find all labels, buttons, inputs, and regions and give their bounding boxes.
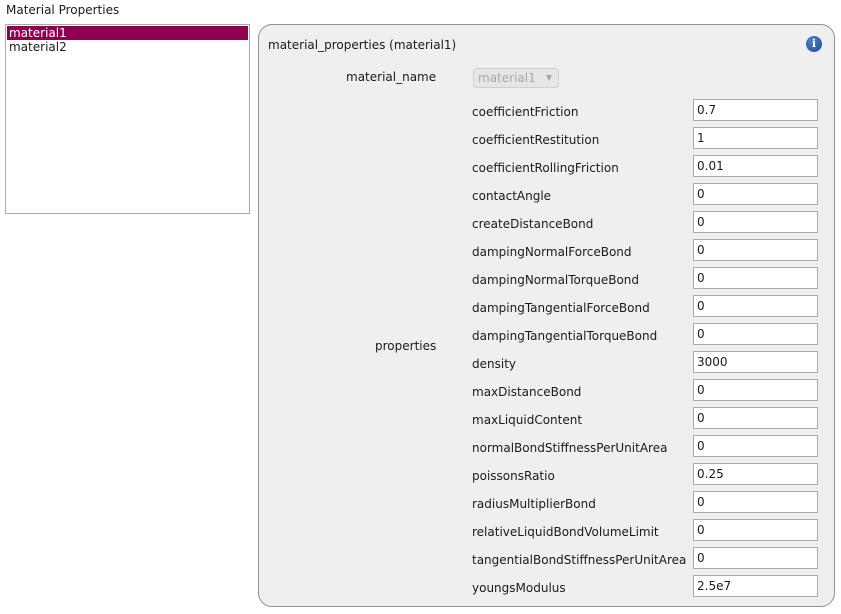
- material-list[interactable]: material1 material2: [5, 24, 250, 214]
- property-row: dampingTangentialTorqueBond: [259, 322, 836, 350]
- property-label: normalBondStiffnessPerUnitArea: [472, 441, 668, 455]
- property-value-field[interactable]: [693, 463, 818, 485]
- property-value-field[interactable]: [693, 127, 818, 149]
- info-icon[interactable]: i: [806, 36, 822, 52]
- property-value-field[interactable]: [693, 323, 818, 345]
- property-label: youngsModulus: [472, 581, 566, 595]
- property-label: density: [472, 357, 516, 371]
- property-label: relativeLiquidBondVolumeLimit: [472, 525, 659, 539]
- property-value-field[interactable]: [693, 239, 818, 261]
- property-value-field[interactable]: [693, 379, 818, 401]
- property-row: contactAngle: [259, 182, 836, 210]
- property-label: maxLiquidContent: [472, 413, 583, 427]
- property-value-field[interactable]: [693, 519, 818, 541]
- property-row: poissonsRatio: [259, 462, 836, 490]
- property-label: coefficientFriction: [472, 105, 579, 119]
- property-row: maxDistanceBond: [259, 378, 836, 406]
- property-label: dampingTangentialForceBond: [472, 301, 650, 315]
- list-item-material1[interactable]: material1: [7, 26, 248, 40]
- property-row: dampingNormalTorqueBond: [259, 266, 836, 294]
- panel-title: material_properties (material1): [268, 38, 457, 52]
- property-row: radiusMultiplierBond: [259, 490, 836, 518]
- property-label: maxDistanceBond: [472, 385, 582, 399]
- material-name-label: material_name: [346, 70, 437, 84]
- property-label: poissonsRatio: [472, 469, 555, 483]
- property-label: radiusMultiplierBond: [472, 497, 596, 511]
- property-value-field[interactable]: [693, 547, 818, 569]
- property-value-field[interactable]: [693, 491, 818, 513]
- property-label: contactAngle: [472, 189, 552, 203]
- material-name-value: material1: [478, 71, 536, 85]
- property-label: createDistanceBond: [472, 217, 594, 231]
- property-row: density: [259, 350, 836, 378]
- property-value-field[interactable]: [693, 575, 818, 597]
- property-row: maxLiquidContent: [259, 406, 836, 434]
- property-row: dampingNormalForceBond: [259, 238, 836, 266]
- property-row: tangentialBondStiffnessPerUnitArea: [259, 546, 836, 574]
- section-title: Material Properties: [6, 3, 120, 17]
- property-value-field[interactable]: [693, 183, 818, 205]
- property-row: dampingTangentialForceBond: [259, 294, 836, 322]
- property-value-field[interactable]: [693, 267, 818, 289]
- property-row: coefficientFriction: [259, 98, 836, 126]
- property-value-field[interactable]: [693, 99, 818, 121]
- property-value-field[interactable]: [693, 435, 818, 457]
- property-row: youngsModulus: [259, 574, 836, 602]
- property-value-field[interactable]: [693, 155, 818, 177]
- property-value-field[interactable]: [693, 211, 818, 233]
- property-label: coefficientRollingFriction: [472, 161, 619, 175]
- material-name-dropdown[interactable]: material1 ▼: [473, 68, 559, 88]
- property-label: tangentialBondStiffnessPerUnitArea: [472, 553, 687, 567]
- property-label: dampingNormalForceBond: [472, 245, 632, 259]
- material-properties-panel: material_properties (material1) i materi…: [258, 24, 835, 607]
- property-value-field[interactable]: [693, 351, 818, 373]
- property-row: createDistanceBond: [259, 210, 836, 238]
- property-row: relativeLiquidBondVolumeLimit: [259, 518, 836, 546]
- property-label: coefficientRestitution: [472, 133, 600, 147]
- property-value-field[interactable]: [693, 407, 818, 429]
- property-row: normalBondStiffnessPerUnitArea: [259, 434, 836, 462]
- property-row: coefficientRestitution: [259, 126, 836, 154]
- chevron-down-icon: ▼: [545, 73, 552, 82]
- property-label: dampingNormalTorqueBond: [472, 273, 640, 287]
- property-row: coefficientRollingFriction: [259, 154, 836, 182]
- property-label: dampingTangentialTorqueBond: [472, 329, 658, 343]
- list-item-material2[interactable]: material2: [7, 40, 248, 54]
- property-value-field[interactable]: [693, 295, 818, 317]
